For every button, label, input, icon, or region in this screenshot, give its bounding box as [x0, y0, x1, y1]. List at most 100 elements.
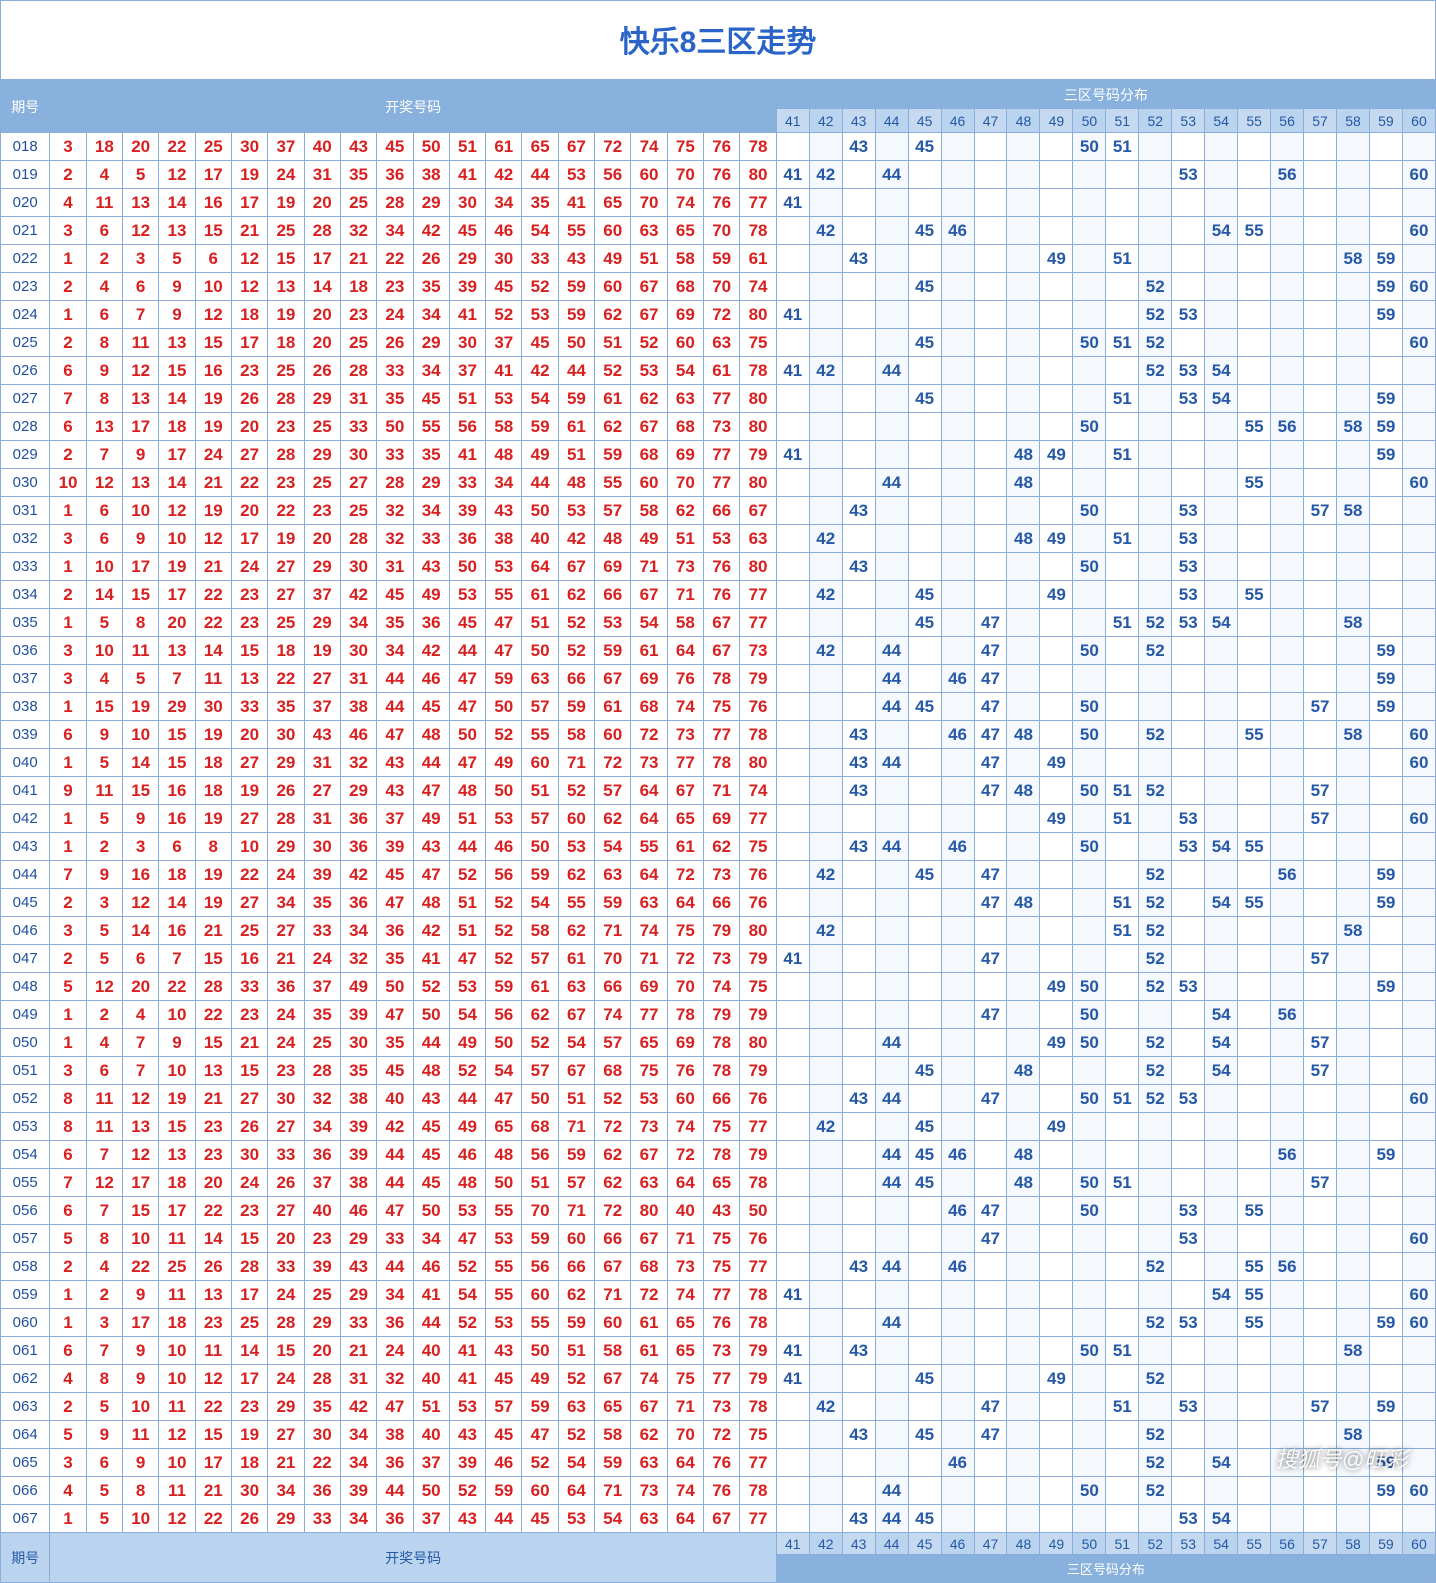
drawn-cell: 64	[667, 1449, 703, 1477]
dist-cell	[842, 805, 875, 833]
dist-cell: 48	[1007, 1141, 1040, 1169]
dist-cell: 57	[1304, 945, 1337, 973]
drawn-cell: 44	[377, 693, 413, 721]
dist-cell	[809, 273, 842, 301]
dist-cell	[776, 805, 809, 833]
drawn-cell: 47	[413, 777, 449, 805]
drawn-cell: 71	[595, 1281, 631, 1309]
drawn-cell: 80	[740, 749, 776, 777]
drawn-cell: 9	[123, 525, 159, 553]
drawn-cell: 12	[86, 1169, 122, 1197]
dist-cell	[1205, 1365, 1238, 1393]
drawn-cell: 67	[631, 1225, 667, 1253]
drawn-cell: 53	[486, 1309, 522, 1337]
dist-cell	[842, 189, 875, 217]
drawn-cell: 2	[50, 329, 86, 357]
drawn-cell: 13	[123, 1113, 159, 1141]
drawn-cell: 5	[86, 805, 122, 833]
dist-cell	[1139, 693, 1172, 721]
drawn-cell: 30	[195, 693, 231, 721]
drawn-cell: 2	[50, 1393, 86, 1421]
dist-cell	[842, 889, 875, 917]
drawn-cell: 78	[740, 133, 776, 161]
drawn-cell: 58	[631, 497, 667, 525]
dist-cell	[842, 1365, 875, 1393]
drawn-cell: 56	[595, 161, 631, 189]
dist-cell	[1402, 777, 1435, 805]
drawn-cell: 55	[413, 413, 449, 441]
dist-cell	[1369, 357, 1402, 385]
dist-cell	[1139, 805, 1172, 833]
dist-cell	[908, 665, 941, 693]
dist-cell: 53	[1172, 581, 1205, 609]
dist-cell	[1139, 1001, 1172, 1029]
dist-cell: 45	[908, 581, 941, 609]
dist-cell: 52	[1139, 945, 1172, 973]
dist-cell	[1402, 357, 1435, 385]
drawn-cell: 28	[340, 525, 376, 553]
dist-cell	[809, 833, 842, 861]
dist-cell: 59	[1369, 273, 1402, 301]
drawn-cell: 6	[86, 525, 122, 553]
dist-cell	[1337, 1001, 1370, 1029]
drawn-cell: 50	[522, 637, 558, 665]
dist-cell	[1271, 273, 1304, 301]
table-row: 0528111219212730323840434447505152536066…	[1, 1085, 1436, 1113]
drawn-cell: 23	[268, 469, 304, 497]
dist-cell	[1106, 1057, 1139, 1085]
drawn-cell: 72	[631, 721, 667, 749]
dist-cell: 56	[1271, 1001, 1304, 1029]
drawn-cell: 78	[740, 1477, 776, 1505]
dist-cell	[1337, 301, 1370, 329]
drawn-cell: 13	[123, 189, 159, 217]
dist-cell	[1337, 161, 1370, 189]
drawn-cell: 37	[304, 1169, 340, 1197]
drawn-cell: 72	[667, 945, 703, 973]
table-row: 0472567151621243235414752576170717273794…	[1, 945, 1436, 973]
drawn-cell: 77	[740, 189, 776, 217]
dist-cell	[1337, 1085, 1370, 1113]
drawn-cell: 21	[195, 553, 231, 581]
footer-dist-col-48: 48	[1007, 1533, 1040, 1555]
drawn-cell: 54	[595, 833, 631, 861]
dist-cell	[1073, 1141, 1106, 1169]
drawn-cell: 4	[50, 189, 86, 217]
dist-cell	[1238, 1141, 1271, 1169]
dist-cell	[908, 917, 941, 945]
drawn-cell: 5	[50, 1421, 86, 1449]
dist-cell	[1304, 189, 1337, 217]
dist-cell	[1007, 945, 1040, 973]
drawn-cell: 48	[595, 525, 631, 553]
dist-cell: 44	[875, 1505, 908, 1533]
drawn-cell: 3	[86, 1309, 122, 1337]
drawn-cell: 19	[195, 805, 231, 833]
dist-cell: 52	[1139, 1365, 1172, 1393]
dist-cell	[809, 385, 842, 413]
drawn-cell: 40	[304, 1197, 340, 1225]
dist-cell	[908, 721, 941, 749]
dist-cell: 53	[1172, 553, 1205, 581]
dist-cell	[809, 693, 842, 721]
drawn-cell: 70	[667, 469, 703, 497]
dist-cell	[1040, 1393, 1073, 1421]
drawn-cell: 50	[486, 777, 522, 805]
dist-cell: 45	[908, 1141, 941, 1169]
period-cell: 028	[1, 413, 50, 441]
drawn-cell: 16	[159, 805, 195, 833]
dist-cell	[1073, 1421, 1106, 1449]
dist-cell: 55	[1238, 581, 1271, 609]
dist-cell	[1139, 833, 1172, 861]
drawn-cell: 55	[558, 889, 594, 917]
dist-cell	[1369, 945, 1402, 973]
drawn-cell: 60	[522, 1281, 558, 1309]
drawn-cell: 78	[704, 1029, 740, 1057]
drawn-cell: 60	[595, 273, 631, 301]
drawn-cell: 35	[304, 1393, 340, 1421]
drawn-cell: 31	[304, 749, 340, 777]
dist-cell	[1007, 553, 1040, 581]
dist-cell	[1271, 581, 1304, 609]
footer-dist-col-58: 58	[1337, 1533, 1370, 1555]
drawn-cell: 53	[449, 1393, 485, 1421]
dist-col-49: 49	[1040, 109, 1073, 133]
dist-cell: 60	[1402, 329, 1435, 357]
